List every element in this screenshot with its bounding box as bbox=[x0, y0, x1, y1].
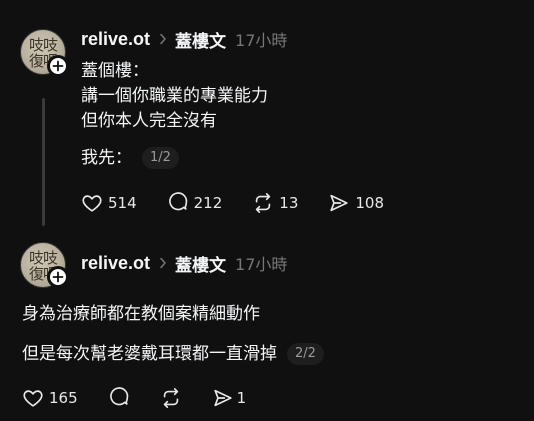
send-icon bbox=[214, 389, 232, 407]
thread-connector-line bbox=[42, 98, 45, 226]
follow-plus-button[interactable] bbox=[47, 266, 69, 288]
username-link[interactable]: relive.ot bbox=[81, 253, 150, 274]
post-text-line: 我先： bbox=[81, 148, 132, 168]
post-header: relive.ot 蓋樓文 17小時 bbox=[81, 27, 287, 52]
comment-icon bbox=[168, 192, 187, 211]
share-button[interactable]: 1 bbox=[212, 387, 247, 409]
topic-tag-link[interactable]: 蓋樓文 bbox=[175, 27, 226, 52]
heart-icon bbox=[23, 390, 43, 407]
plus-icon bbox=[52, 60, 64, 72]
repost-count: 13 bbox=[279, 194, 299, 212]
post-text-line: 身為治療師都在教個案精細動作 bbox=[22, 304, 260, 324]
heart-icon bbox=[82, 195, 102, 212]
username-link[interactable]: relive.ot bbox=[81, 29, 150, 50]
comment-icon bbox=[109, 387, 128, 406]
action-bar: 514 212 13 108 bbox=[81, 190, 384, 216]
page-indicator-badge: 1/2 bbox=[142, 147, 179, 169]
reply-button[interactable] bbox=[108, 387, 130, 409]
share-count: 1 bbox=[236, 389, 247, 407]
chevron-right-icon bbox=[159, 257, 167, 269]
post-timestamp[interactable]: 17小時 bbox=[235, 27, 287, 51]
post-text-last-line: 但是每次幫老婆戴耳環都一直滑掉 2/2 bbox=[22, 342, 324, 366]
repost-button[interactable] bbox=[160, 387, 182, 409]
like-button[interactable]: 165 bbox=[22, 387, 78, 409]
reply-button[interactable]: 212 bbox=[167, 192, 223, 214]
share-button[interactable]: 108 bbox=[328, 192, 384, 214]
action-bar: 165 1 bbox=[22, 385, 246, 411]
post-header: relive.ot 蓋樓文 17小時 bbox=[81, 251, 287, 276]
like-count: 165 bbox=[49, 389, 78, 407]
plus-icon bbox=[52, 271, 64, 283]
post-text-line: 但你本人完全沒有 bbox=[81, 111, 217, 131]
send-icon bbox=[330, 194, 348, 212]
follow-plus-button[interactable] bbox=[47, 55, 69, 77]
topic-tag-link[interactable]: 蓋樓文 bbox=[175, 251, 226, 276]
share-count: 108 bbox=[355, 194, 385, 212]
chevron-right-icon bbox=[159, 33, 167, 45]
post-text-line: 講一個你職業的專業能力 bbox=[81, 86, 268, 106]
post-text-line: 但是每次幫老婆戴耳環都一直滑掉 bbox=[22, 344, 277, 364]
reply-count: 212 bbox=[193, 194, 223, 212]
thread-post-2: 吱吱 復嗎 relive.ot 蓋樓文 17小時 身為治療師都在教個案精細動作 但… bbox=[0, 232, 534, 421]
repost-button[interactable]: 13 bbox=[252, 192, 298, 214]
post-timestamp[interactable]: 17小時 bbox=[235, 251, 287, 275]
thread-post-1: 吱吱 復嗎 relive.ot 蓋樓文 17小時 蓋個樓： 講一個你職業的專業能力… bbox=[0, 0, 534, 232]
like-count: 514 bbox=[108, 194, 137, 212]
repost-icon bbox=[163, 388, 178, 408]
repost-icon bbox=[256, 193, 271, 213]
page-indicator-badge: 2/2 bbox=[287, 343, 324, 365]
post-text-line: 蓋個樓： bbox=[81, 61, 149, 81]
like-button[interactable]: 514 bbox=[81, 192, 137, 214]
post-text-last-line: 我先： 1/2 bbox=[81, 146, 179, 170]
